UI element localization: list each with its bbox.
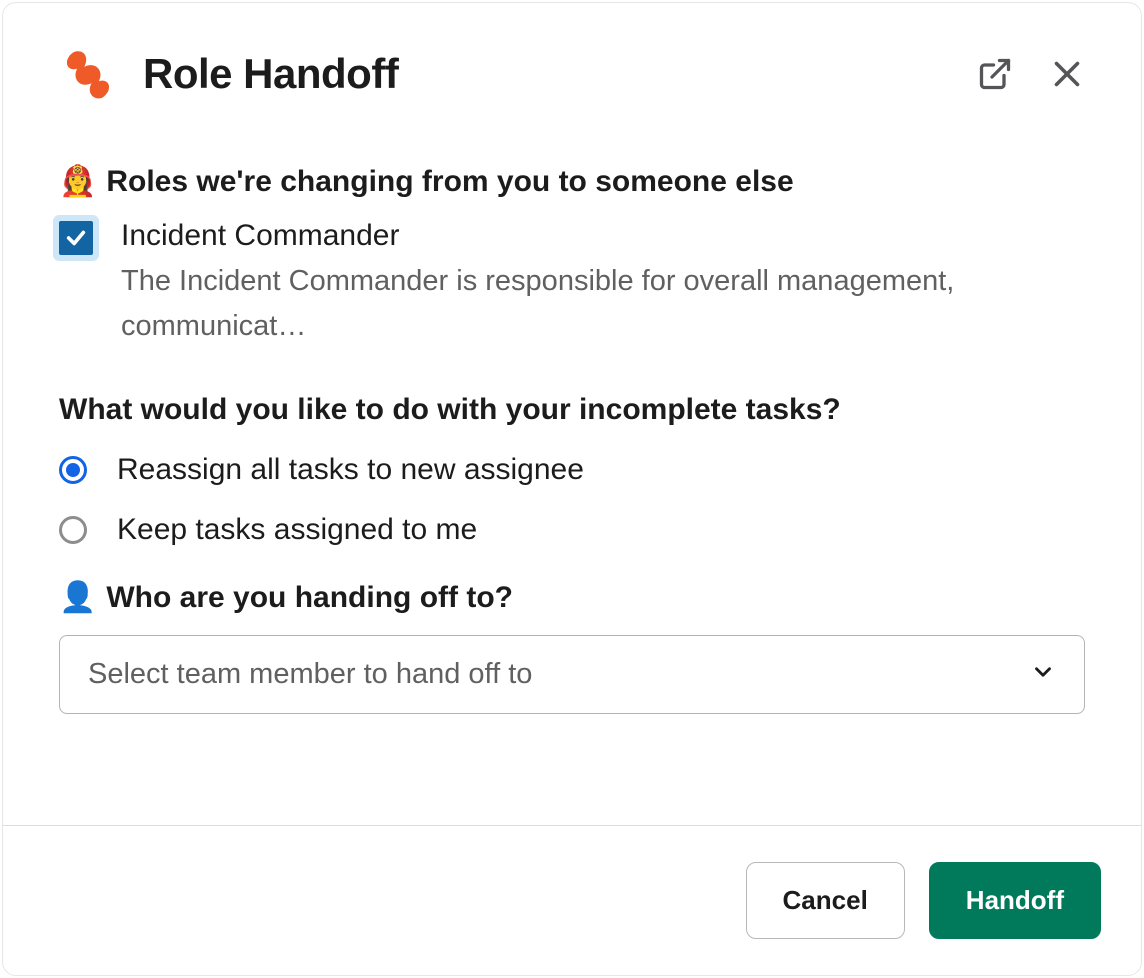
handoff-button[interactable]: Handoff <box>929 862 1101 939</box>
section-roles-title: 👩‍🚒 Roles we're changing from you to som… <box>59 165 1085 199</box>
role-name: Incident Commander <box>121 219 1085 253</box>
role-texts: Incident Commander The Incident Commande… <box>121 219 1085 349</box>
handoff-target-select[interactable]: Select team member to hand off to <box>59 635 1085 714</box>
task-option-label: Reassign all tasks to new assignee <box>117 453 584 487</box>
cancel-button[interactable]: Cancel <box>746 862 905 939</box>
close-icon[interactable] <box>1049 56 1085 92</box>
role-handoff-modal: Role Handoff 👩‍🚒 Roles we're changing fr… <box>2 2 1142 976</box>
section-roles-title-text: Roles we're changing from you to someone… <box>106 165 793 199</box>
chevron-down-icon <box>1030 659 1056 690</box>
modal-header: Role Handoff <box>3 3 1141 123</box>
modal-body: 👩‍🚒 Roles we're changing from you to som… <box>3 123 1141 825</box>
tasks-question: What would you like to do with your inco… <box>59 393 1085 427</box>
task-option-label: Keep tasks assigned to me <box>117 513 477 547</box>
modal-footer: Cancel Handoff <box>3 825 1141 975</box>
handoff-target-title: 👤 Who are you handing off to? <box>59 581 1085 615</box>
person-silhouette-icon: 👤 <box>59 583 96 613</box>
firefighter-emoji-icon: 👩‍🚒 <box>59 167 96 197</box>
role-row: Incident Commander The Incident Commande… <box>59 219 1085 349</box>
radio-unselected-icon <box>59 516 87 544</box>
task-option-keep[interactable]: Keep tasks assigned to me <box>59 513 1085 547</box>
role-checkbox[interactable] <box>59 221 93 255</box>
firehydrant-app-icon <box>59 45 117 103</box>
open-external-icon[interactable] <box>977 56 1013 92</box>
radio-selected-icon <box>59 456 87 484</box>
select-placeholder: Select team member to hand off to <box>88 658 532 691</box>
role-description: The Incident Commander is responsible fo… <box>121 259 1085 349</box>
handoff-target-title-text: Who are you handing off to? <box>106 581 513 615</box>
modal-title: Role Handoff <box>143 50 951 98</box>
header-actions <box>977 56 1085 92</box>
task-option-reassign[interactable]: Reassign all tasks to new assignee <box>59 453 1085 487</box>
